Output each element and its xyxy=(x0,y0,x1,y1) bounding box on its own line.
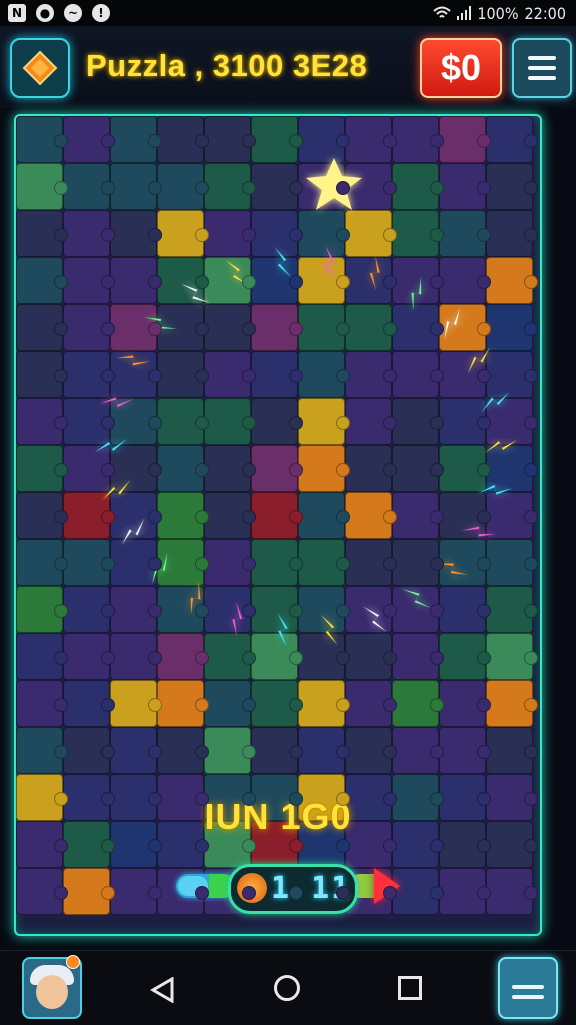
home-circle-icon[interactable] xyxy=(274,975,300,1001)
coin-button[interactable]: $0 xyxy=(420,38,502,98)
spark-bolt xyxy=(324,245,335,280)
spark-bolt xyxy=(121,518,145,545)
spark-bolt xyxy=(481,392,510,413)
spark-bolt xyxy=(461,526,496,537)
status-left-icons: N ● ~ ! xyxy=(8,4,110,22)
inbox-button[interactable] xyxy=(498,957,558,1019)
notification-icon: N xyxy=(8,4,26,22)
top-bar: Puzzla , 3100 3E28 $0 xyxy=(0,26,576,108)
spark-bolt xyxy=(274,247,292,278)
spark-bolt xyxy=(401,589,431,609)
status-bar: N ● ~ ! 100% 22:00 xyxy=(0,0,576,26)
page-title: Puzzla , 3100 3E28 xyxy=(86,48,368,83)
banner-text: IUN 1G0 xyxy=(204,796,352,837)
spark-bolt xyxy=(320,614,338,645)
spark-bolt xyxy=(277,612,288,647)
spark-bolt xyxy=(99,397,134,408)
diamond-gem-icon xyxy=(22,50,58,86)
spark-bolt xyxy=(411,277,422,311)
menu-button[interactable] xyxy=(512,38,572,98)
gem-button[interactable] xyxy=(10,38,70,98)
notification-badge xyxy=(66,955,80,969)
puzzle-board[interactable]: IUN 1G0 1 11 xyxy=(14,114,542,936)
alert-icon: ! xyxy=(92,4,110,22)
battery-percent: 100% xyxy=(477,3,519,23)
hamburger-menu-icon xyxy=(528,56,556,60)
recent-square-icon[interactable] xyxy=(398,976,422,1000)
messenger-icon: ● xyxy=(36,4,54,22)
star-spark xyxy=(306,158,362,210)
bottom-nav xyxy=(0,950,576,1025)
wifi-icon xyxy=(433,6,452,18)
chat-icon: ~ xyxy=(64,4,82,22)
spark-bolt xyxy=(478,484,513,495)
spark-bolt xyxy=(485,440,517,453)
spark-bolt xyxy=(116,355,151,366)
inbox-icon xyxy=(512,985,544,1005)
spark-bolt xyxy=(102,479,131,500)
back-triangle-icon[interactable] xyxy=(150,977,176,1003)
clock: 22:00 xyxy=(524,3,566,23)
spark-bolt xyxy=(95,439,127,452)
signal-icon xyxy=(457,6,472,20)
